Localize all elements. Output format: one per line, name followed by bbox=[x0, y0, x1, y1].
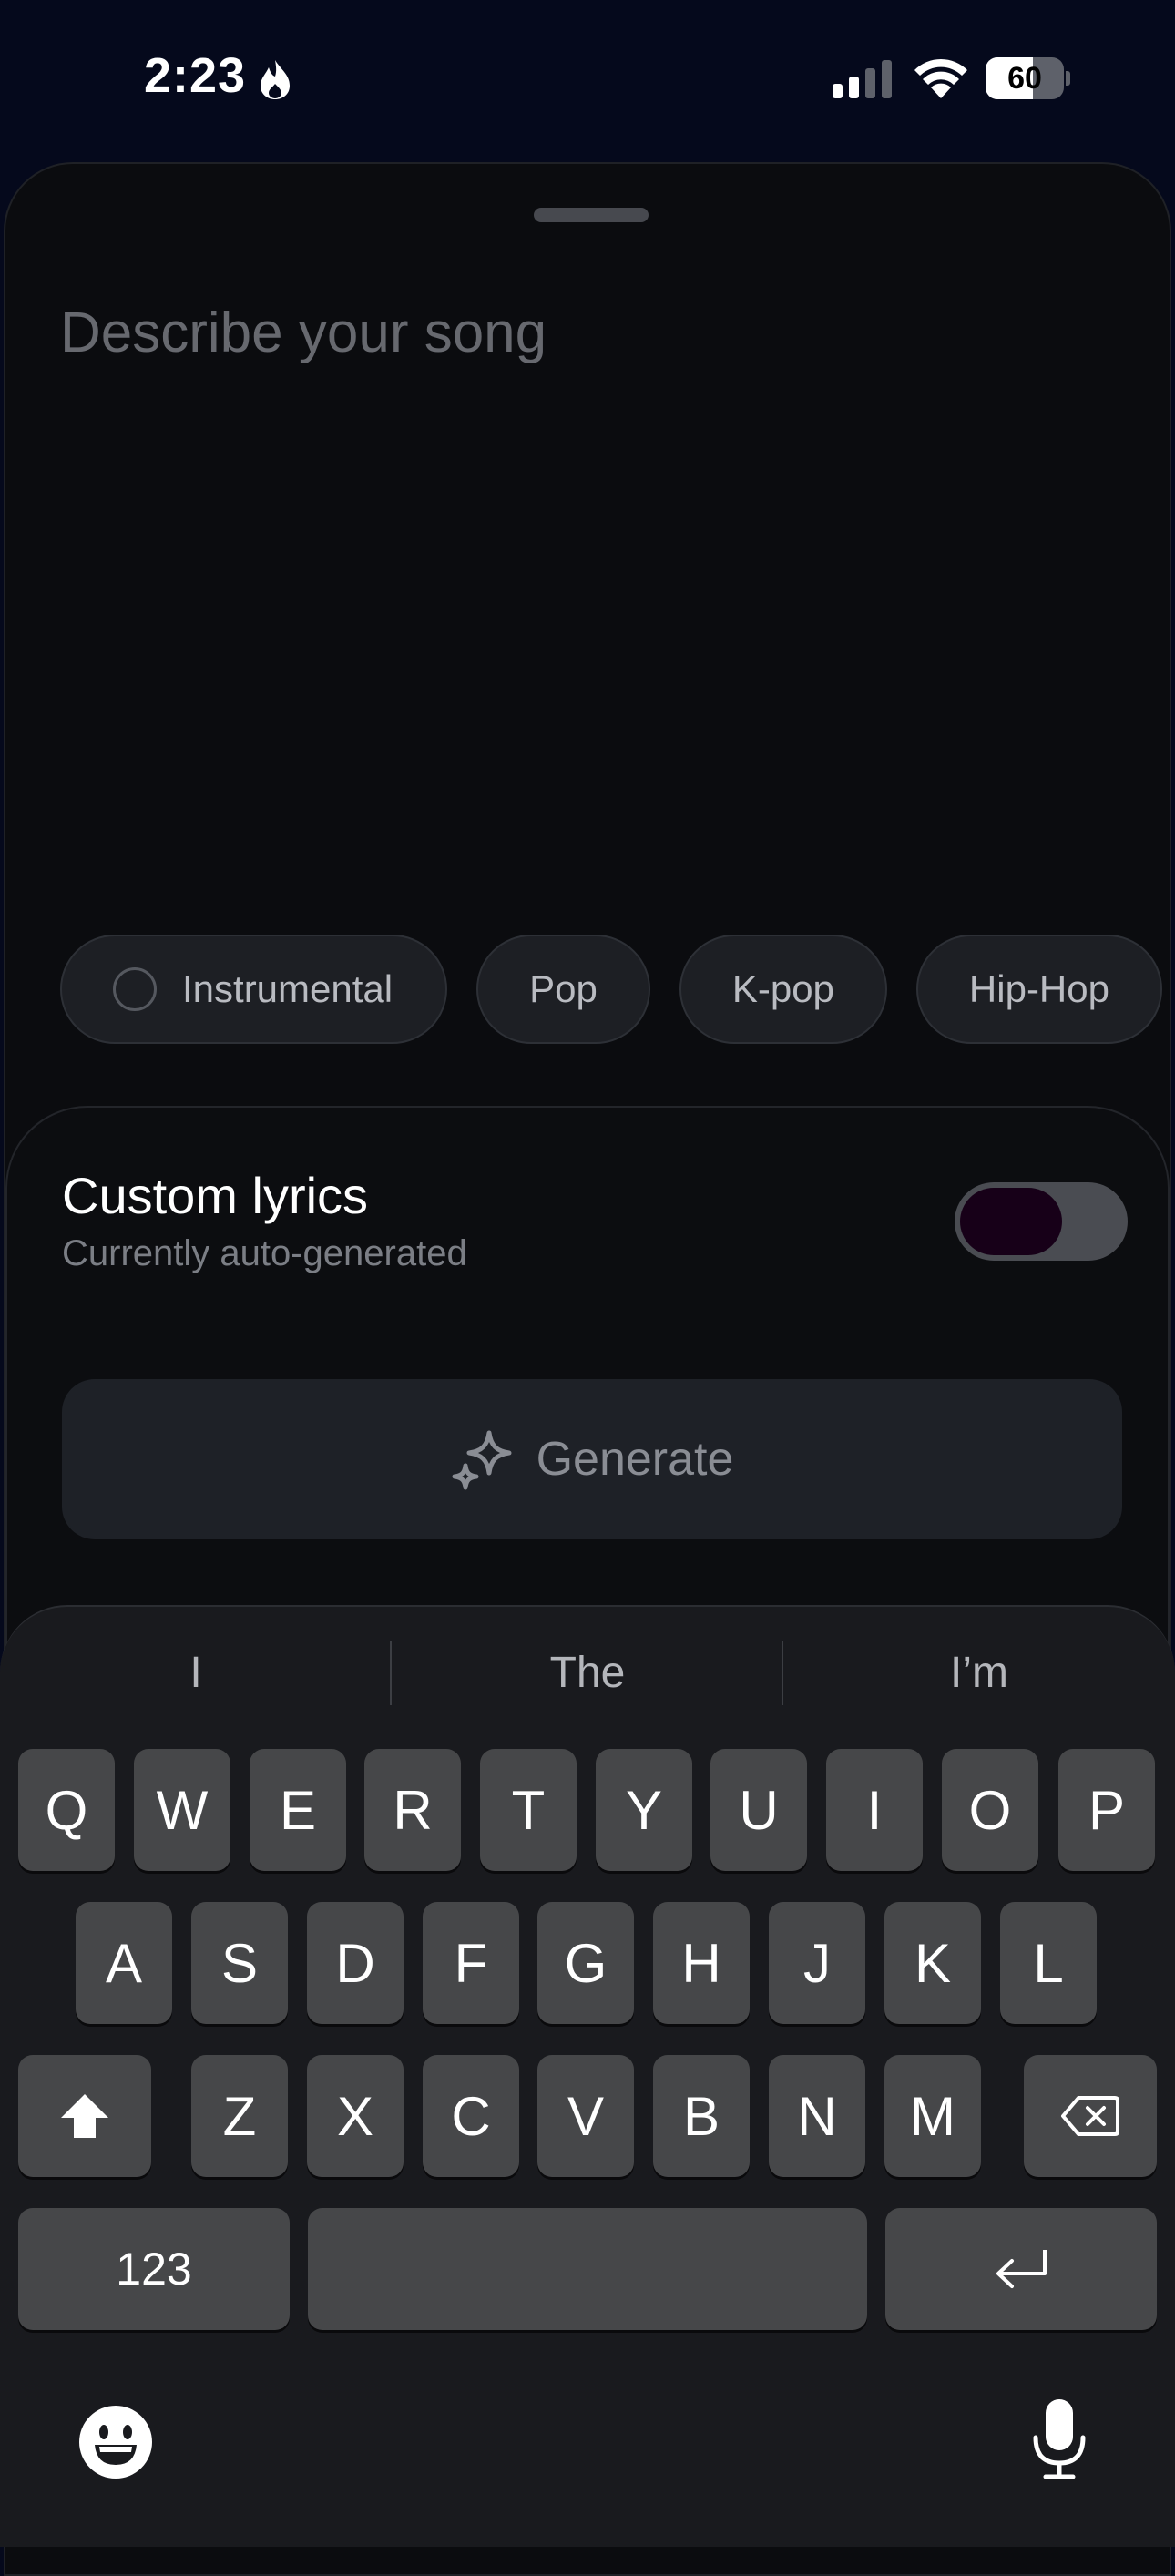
key-g[interactable]: G bbox=[537, 1902, 634, 2024]
return-icon bbox=[996, 2250, 1047, 2288]
keyboard: I The I’m Q W E R T Y U I O P A S D F G … bbox=[0, 1605, 1175, 2547]
key-w[interactable]: W bbox=[134, 1749, 230, 1871]
key-a[interactable]: A bbox=[76, 1902, 172, 2024]
chip-label: Instrumental bbox=[182, 967, 393, 1010]
key-i[interactable]: I bbox=[826, 1749, 923, 1871]
key-j[interactable]: J bbox=[769, 1902, 865, 2024]
custom-lyrics-subtitle: Currently auto-generated bbox=[62, 1233, 467, 1273]
chip-label: Hip-Hop bbox=[968, 967, 1109, 1010]
emoji-icon[interactable] bbox=[78, 2405, 153, 2479]
key-v[interactable]: V bbox=[537, 2055, 634, 2177]
suggestion-3[interactable]: I’m bbox=[783, 1638, 1175, 1709]
cellular-signal-icon bbox=[833, 60, 892, 98]
key-u[interactable]: U bbox=[710, 1749, 807, 1871]
key-m[interactable]: M bbox=[884, 2055, 981, 2177]
key-c[interactable]: C bbox=[423, 2055, 519, 2177]
numbers-key[interactable]: 123 bbox=[18, 2208, 290, 2330]
delete-icon bbox=[1061, 2096, 1119, 2136]
flame-icon bbox=[261, 60, 290, 99]
generate-button[interactable]: Generate bbox=[62, 1379, 1122, 1539]
radio-icon bbox=[113, 967, 157, 1011]
battery-percentage: 60 bbox=[1007, 61, 1042, 96]
shift-icon bbox=[61, 2094, 108, 2138]
custom-lyrics-title: Custom lyrics bbox=[62, 1167, 369, 1224]
key-s[interactable]: S bbox=[191, 1902, 288, 2024]
chip-instrumental[interactable]: Instrumental bbox=[60, 935, 448, 1044]
key-l[interactable]: L bbox=[1000, 1902, 1097, 2024]
chip-label: K-pop bbox=[731, 967, 834, 1010]
key-r[interactable]: R bbox=[364, 1749, 461, 1871]
generate-label: Generate bbox=[536, 1433, 734, 1486]
shift-key[interactable] bbox=[18, 2055, 151, 2177]
key-z[interactable]: Z bbox=[191, 2055, 288, 2177]
chip-hiphop[interactable]: Hip-Hop bbox=[915, 935, 1162, 1044]
key-o[interactable]: O bbox=[942, 1749, 1038, 1871]
key-n[interactable]: N bbox=[769, 2055, 865, 2177]
toggle-knob bbox=[960, 1188, 1062, 1255]
key-y[interactable]: Y bbox=[596, 1749, 692, 1871]
predictive-bar: I The I’m bbox=[0, 1638, 1175, 1709]
chip-pop[interactable]: Pop bbox=[476, 935, 650, 1044]
key-x[interactable]: X bbox=[307, 2055, 404, 2177]
chip-label: Pop bbox=[529, 967, 598, 1010]
key-f[interactable]: F bbox=[423, 1902, 519, 2024]
key-t[interactable]: T bbox=[480, 1749, 577, 1871]
key-h[interactable]: H bbox=[653, 1902, 750, 2024]
chip-kpop[interactable]: K-pop bbox=[679, 935, 887, 1044]
sparkle-icon bbox=[452, 1430, 512, 1490]
key-k[interactable]: K bbox=[884, 1902, 981, 2024]
key-p[interactable]: P bbox=[1058, 1749, 1155, 1871]
battery-icon: 60 bbox=[986, 57, 1070, 99]
wifi-icon bbox=[914, 58, 967, 98]
microphone-icon[interactable] bbox=[1031, 2397, 1088, 2481]
genre-chips: Instrumental Pop K-pop Hip-Hop bbox=[60, 935, 1162, 1048]
key-q[interactable]: Q bbox=[18, 1749, 115, 1871]
suggestion-1[interactable]: I bbox=[0, 1638, 392, 1709]
key-b[interactable]: B bbox=[653, 2055, 750, 2177]
sheet-grabber[interactable] bbox=[534, 208, 649, 222]
delete-key[interactable] bbox=[1024, 2055, 1157, 2177]
return-key[interactable] bbox=[885, 2208, 1157, 2330]
suggestion-2[interactable]: The bbox=[392, 1638, 783, 1709]
custom-lyrics-toggle[interactable] bbox=[955, 1182, 1128, 1261]
status-time: 2:23 bbox=[144, 48, 247, 103]
space-key[interactable] bbox=[308, 2208, 867, 2330]
status-bar: 2:23 60 bbox=[0, 0, 1175, 155]
key-e[interactable]: E bbox=[250, 1749, 346, 1871]
key-d[interactable]: D bbox=[307, 1902, 404, 2024]
